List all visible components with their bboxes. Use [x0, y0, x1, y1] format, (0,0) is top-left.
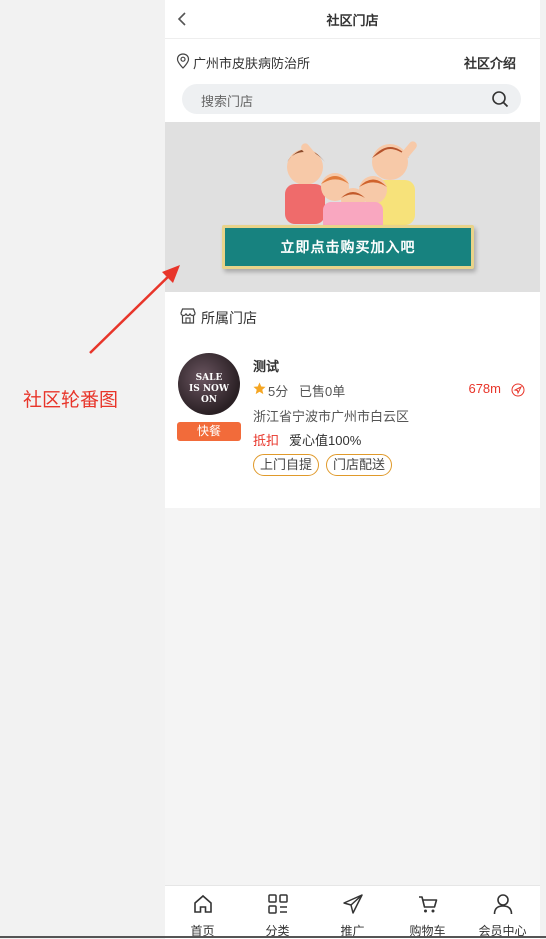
- store-name[interactable]: 测试: [253, 356, 279, 375]
- store-score: 5分: [268, 384, 289, 399]
- page-title: 社区门店: [326, 13, 379, 28]
- store-section-title: 所属门店: [201, 310, 257, 326]
- location-row: 广州市皮肤病防治所 社区介绍: [165, 39, 540, 83]
- annotation-arrow: [89, 265, 180, 354]
- community-intro-link[interactable]: 社区介绍: [464, 53, 516, 72]
- delivery-tag: 门店配送: [326, 454, 393, 476]
- location-name[interactable]: 广州市皮肤病防治所: [193, 53, 310, 72]
- store-distance: 678m: [468, 381, 501, 396]
- community-carousel-banner[interactable]: 立即点击购买加入吧: [165, 122, 540, 292]
- location-search-block: 广州市皮肤病防治所 社区介绍 搜索门店: [165, 39, 540, 122]
- tab-cart[interactable]: 购物车: [390, 886, 465, 939]
- store-avatar-text: SALE IS NOW ON: [188, 373, 230, 405]
- pickup-tag: 上门自提: [253, 454, 320, 476]
- star-icon: [253, 382, 266, 395]
- annotation-label: 社区轮番图: [23, 390, 119, 411]
- tab-member[interactable]: 会员中心: [465, 886, 540, 939]
- family-illustration: [285, 141, 417, 232]
- top-nav-bar: 社区门店: [165, 0, 540, 39]
- store-avatar[interactable]: SALE IS NOW ON: [178, 353, 240, 415]
- search-placeholder: 搜索门店: [201, 94, 254, 109]
- cart-icon: [418, 896, 437, 913]
- home-icon: [193, 894, 212, 913]
- paper-plane-icon: [342, 894, 363, 914]
- category-icon: [267, 894, 288, 914]
- navigation-arrow-icon[interactable]: [511, 383, 525, 397]
- phone-screen: 社区门店 广州市皮肤病防治所 社区介绍 搜索门店 立即点击购买加入吧 所属门店 …: [165, 0, 540, 938]
- search-row: 搜索门店: [165, 83, 540, 122]
- search-input[interactable]: 搜索门店: [182, 84, 521, 114]
- store-section: 所属门店 SALE IS NOW ON 快餐 测试 5分 已售0单 678m 浙…: [165, 292, 540, 508]
- location-pin-icon: [176, 53, 190, 69]
- store-address: 浙江省宁波市广州市白云区: [253, 409, 410, 424]
- banner-cta-button[interactable]: 立即点击购买加入吧: [222, 225, 474, 269]
- user-icon: [493, 894, 512, 915]
- bottom-tab-bar: 首页 分类 推广 购物车 会员中心: [165, 885, 540, 939]
- store-sold-count: 已售0单: [299, 384, 346, 399]
- tab-category[interactable]: 分类: [240, 886, 315, 939]
- search-icon[interactable]: [491, 90, 509, 108]
- love-value: 爱心值100%: [289, 433, 362, 448]
- tab-promote[interactable]: 推广: [315, 886, 390, 939]
- store-category-badge: 快餐: [177, 422, 241, 441]
- deduct-label: 抵扣: [253, 433, 280, 448]
- tab-home[interactable]: 首页: [165, 886, 240, 939]
